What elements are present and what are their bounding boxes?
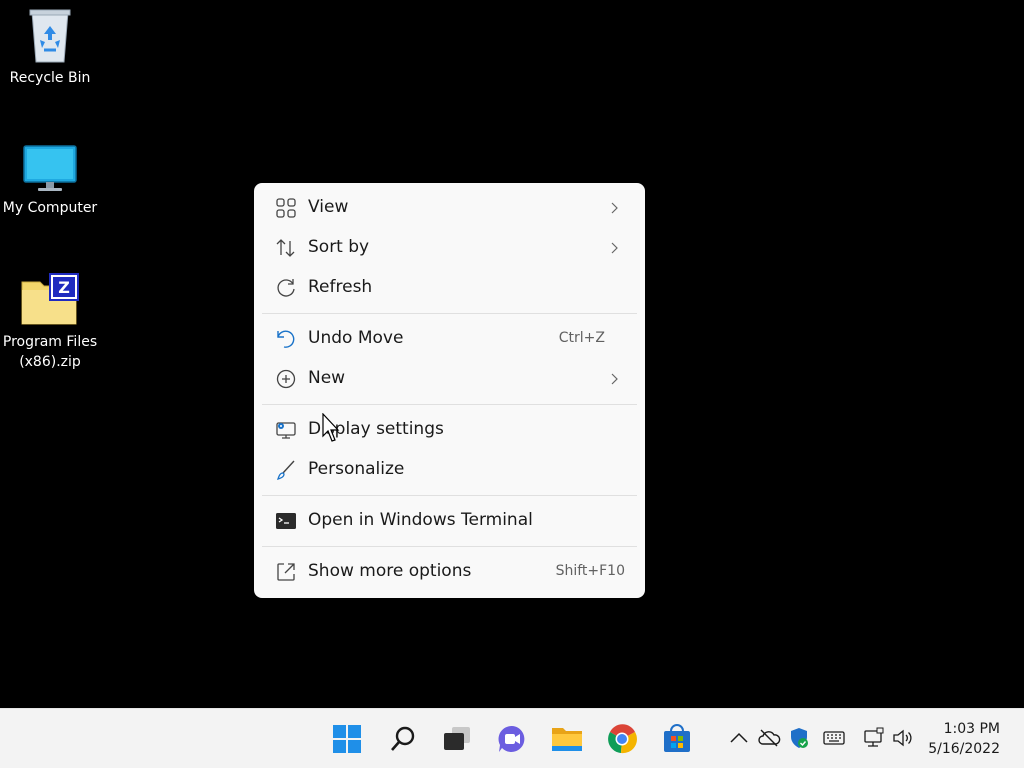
menu-item-open-terminal[interactable]: Open in Windows Terminal <box>258 501 641 541</box>
menu-item-label: Refresh <box>308 277 373 297</box>
store-icon <box>664 724 690 752</box>
chrome-button[interactable] <box>605 722 639 756</box>
desktop-icon-program-files-zip[interactable]: Z Program Files (x86).zip <box>0 272 100 372</box>
menu-separator <box>262 495 637 496</box>
menu-item-show-more-options[interactable]: Show more options Shift+F10 <box>258 552 641 592</box>
menu-separator <box>262 313 637 314</box>
display-settings-icon <box>276 422 296 439</box>
menu-item-label: Undo Move <box>308 328 404 348</box>
menu-item-personalize[interactable]: Personalize <box>258 450 641 490</box>
menu-separator <box>262 546 637 547</box>
task-view-icon <box>444 727 470 750</box>
menu-item-label: Sort by <box>308 237 370 257</box>
context-menu: View Sort by Refresh Undo Move Ctrl+Z Ne… <box>254 183 645 598</box>
start-button[interactable] <box>330 722 364 756</box>
menu-item-label: View <box>308 197 349 217</box>
menu-item-label: New <box>308 368 346 388</box>
desktop-icon-label-line1: Program Files <box>2 334 98 350</box>
menu-item-shortcut: Ctrl+Z <box>558 330 605 346</box>
menu-item-refresh[interactable]: Refresh <box>258 268 641 308</box>
desktop-icon-my-computer[interactable]: My Computer <box>0 144 100 218</box>
chrome-icon <box>608 724 637 754</box>
menu-item-sort-by[interactable]: Sort by <box>258 228 641 268</box>
search-button[interactable] <box>386 722 420 756</box>
menu-item-display-settings[interactable]: Display settings <box>258 410 641 450</box>
chat-icon <box>498 725 525 752</box>
store-button[interactable] <box>660 722 694 756</box>
search-icon <box>391 726 415 751</box>
chevron-right-icon <box>611 242 618 254</box>
menu-item-view[interactable]: View <box>258 188 641 228</box>
plus-circle-icon <box>276 369 296 389</box>
desktop-icon-label: My Computer <box>2 200 98 216</box>
recycle-bin-icon <box>29 9 71 63</box>
expand-icon <box>277 563 295 581</box>
chevron-up-icon[interactable] <box>727 726 751 750</box>
taskbar-clock[interactable]: 1:03 PM 5/16/2022 <box>928 719 1000 759</box>
menu-item-shortcut: Shift+F10 <box>555 563 625 579</box>
file-explorer-button[interactable] <box>550 722 584 756</box>
start-icon <box>333 725 361 753</box>
menu-item-label: Open in Windows Terminal <box>308 510 533 530</box>
menu-item-new[interactable]: New <box>258 359 641 399</box>
brush-icon <box>276 460 295 481</box>
keyboard-icon[interactable] <box>822 726 846 750</box>
refresh-icon <box>277 279 295 297</box>
zip-folder-icon: Z <box>21 273 79 325</box>
onedrive-icon[interactable] <box>757 726 781 750</box>
desktop[interactable]: Recycle Bin My Computer Z Program Files … <box>0 0 1024 708</box>
file-explorer-icon <box>552 728 582 751</box>
chevron-right-icon <box>611 373 618 385</box>
task-view-button[interactable] <box>440 722 474 756</box>
menu-item-label: Personalize <box>308 459 405 479</box>
network-icon[interactable] <box>861 726 885 750</box>
sort-icon <box>276 239 295 257</box>
grid-view-icon <box>276 198 296 218</box>
undo-icon <box>277 330 295 348</box>
clock-time: 1:03 PM <box>943 721 1000 737</box>
desktop-icon-label: Program Files (x86).zip <box>0 332 100 372</box>
clock-date: 5/16/2022 <box>928 741 1000 757</box>
menu-separator <box>262 404 637 405</box>
terminal-icon <box>276 513 296 529</box>
security-icon[interactable] <box>787 726 811 750</box>
mouse-cursor-icon <box>322 413 340 442</box>
menu-item-undo-move[interactable]: Undo Move Ctrl+Z <box>258 319 641 359</box>
taskbar: 1:03 PM 5/16/2022 <box>0 708 1024 768</box>
desktop-icon-label-line2: (x86).zip <box>19 354 81 370</box>
desktop-icon-recycle-bin[interactable]: Recycle Bin <box>0 8 100 88</box>
desktop-icon-label: Recycle Bin <box>9 70 91 86</box>
chevron-right-icon <box>611 202 618 214</box>
monitor-icon <box>23 145 77 191</box>
svg-text:Z: Z <box>58 278 70 297</box>
chat-button[interactable] <box>495 722 529 756</box>
menu-item-label: Show more options <box>308 561 472 581</box>
volume-icon[interactable] <box>891 726 915 750</box>
